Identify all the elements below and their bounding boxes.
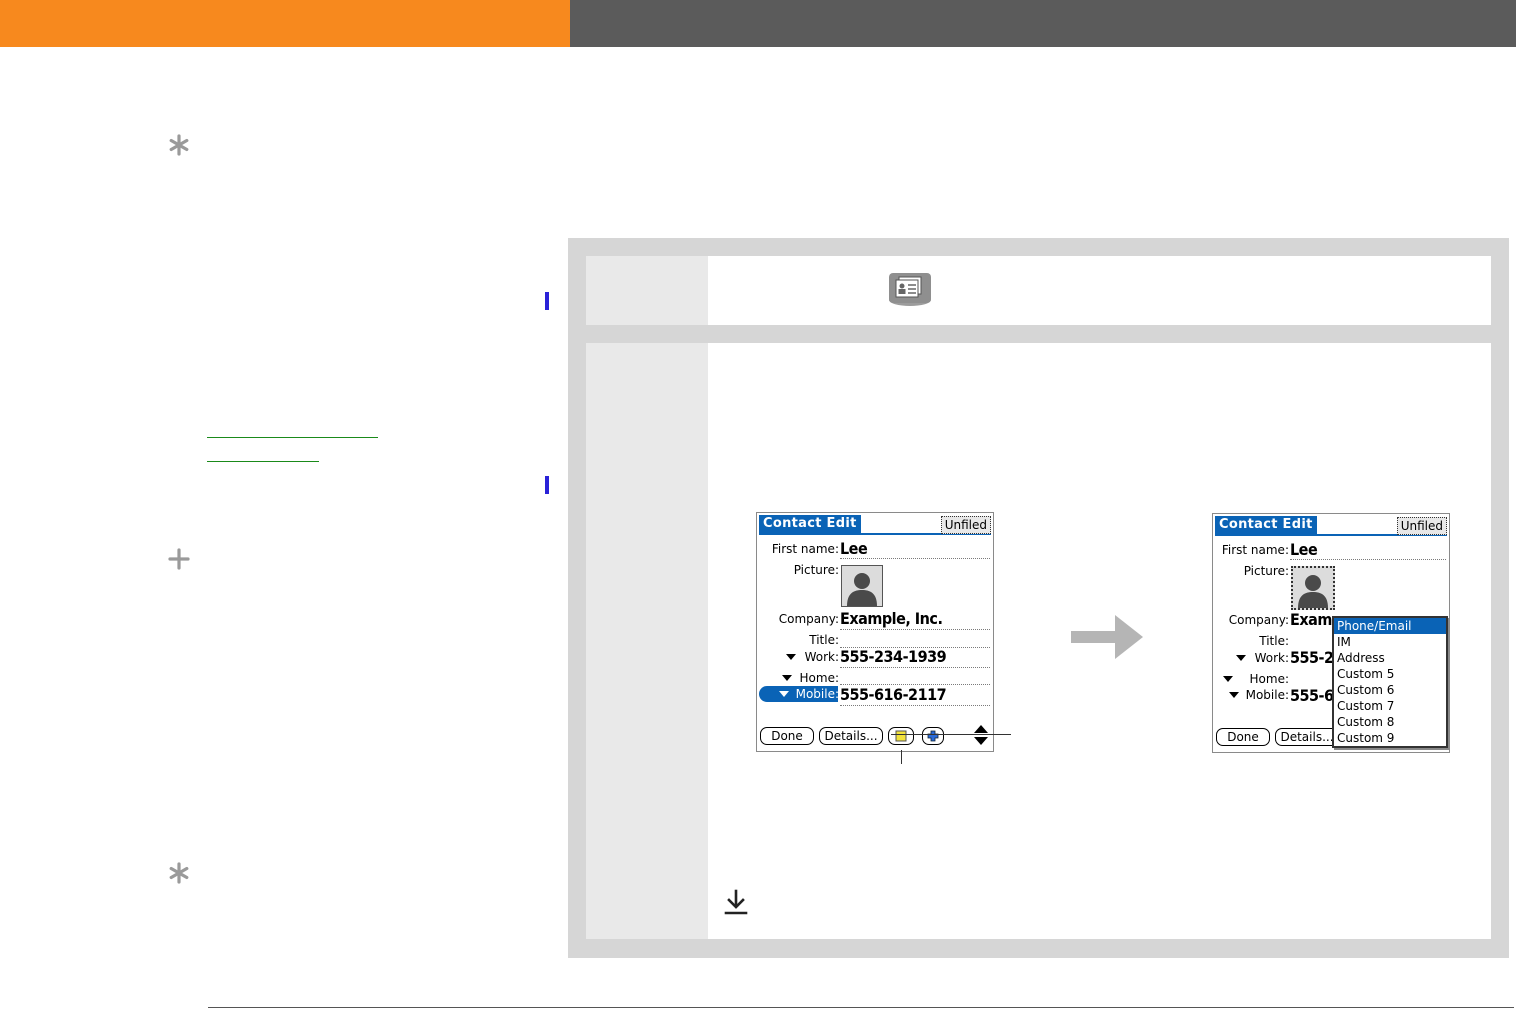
contacts-app-icon[interactable] [888, 273, 932, 307]
menu-item-custom-5[interactable]: Custom 5 [1334, 666, 1446, 682]
footer-rule [208, 1007, 1514, 1008]
change-bar-marker [545, 292, 549, 310]
field-underline [1290, 559, 1446, 560]
add-field-menu: Phone/Email IM Address Custom 5 Custom 6… [1332, 616, 1448, 748]
add-field-button[interactable] [922, 727, 944, 745]
callout-line [901, 750, 902, 764]
field-underline [840, 629, 990, 630]
plus-icon [927, 730, 939, 742]
continued-arrow-icon [724, 889, 748, 915]
right-arrow-icon [1071, 615, 1143, 659]
work-label[interactable]: Work: [1255, 650, 1289, 666]
company-label: Company: [1228, 613, 1289, 627]
steps-panel: Contact Edit Unfiled First name: Lee Pic… [568, 238, 1509, 958]
work-phone-field[interactable]: 555-2 [1290, 649, 1334, 667]
menu-item-phone-email[interactable]: Phone/Email [1334, 618, 1446, 634]
work-label[interactable]: Work: [805, 649, 839, 665]
menu-item-address[interactable]: Address [1334, 650, 1446, 666]
first-name-label: First name: [771, 542, 839, 556]
screen-title: Contact Edit [1215, 516, 1317, 534]
mobile-dropdown-arrow-icon[interactable] [1229, 692, 1239, 698]
step-number-cell [586, 256, 708, 325]
menu-item-custom-8[interactable]: Custom 8 [1334, 714, 1446, 730]
menu-item-custom-7[interactable]: Custom 7 [1334, 698, 1446, 714]
change-bar-marker [545, 476, 549, 494]
contact-edit-screen: Contact Edit Unfiled First name: Lee Pic… [756, 512, 994, 752]
first-name-label: First name: [1221, 543, 1289, 557]
contact-picture[interactable] [841, 565, 883, 607]
field-underline [840, 558, 990, 559]
home-dropdown-arrow-icon[interactable] [1223, 676, 1233, 682]
link-underline[interactable] [207, 461, 319, 462]
title-label: Title: [1259, 634, 1289, 648]
step-body-2: Contact Edit Unfiled First name: Lee Pic… [708, 343, 1491, 939]
home-label[interactable]: Home: [1250, 671, 1289, 687]
done-button[interactable]: Done [1216, 728, 1270, 746]
work-dropdown-arrow-icon[interactable] [1236, 655, 1246, 661]
home-dropdown-arrow-icon[interactable] [782, 675, 792, 681]
mobile-phone-field[interactable]: 555-616-2117 [840, 686, 947, 704]
callout-line [891, 734, 1011, 735]
contact-picture[interactable] [1291, 566, 1335, 610]
menu-item-im[interactable]: IM [1334, 634, 1446, 650]
details-button[interactable]: Details... [1275, 728, 1339, 746]
scroll-arrows-icon[interactable] [973, 724, 989, 746]
picture-label: Picture: [1243, 564, 1289, 578]
category-picker[interactable]: Unfiled [940, 516, 991, 534]
menu-item-custom-9[interactable]: Custom 9 [1334, 730, 1446, 746]
mobile-label[interactable]: Mobile: [796, 686, 839, 702]
company-label: Company: [778, 612, 839, 626]
step-row-2: Contact Edit Unfiled First name: Lee Pic… [586, 343, 1491, 939]
menu-item-custom-6[interactable]: Custom 6 [1334, 682, 1446, 698]
step-number-cell [586, 343, 708, 939]
field-underline [840, 667, 990, 668]
title-label: Title: [809, 633, 839, 647]
screen-title: Contact Edit [759, 515, 861, 533]
person-silhouette-icon [847, 573, 877, 606]
home-label[interactable]: Home: [800, 670, 839, 686]
tip-asterisk-icon [169, 134, 189, 156]
work-phone-field[interactable]: 555-234-1939 [840, 648, 947, 666]
tip-asterisk-icon [169, 862, 189, 884]
mobile-dropdown-arrow-icon[interactable] [779, 691, 789, 697]
first-name-field[interactable]: Lee [1290, 541, 1318, 559]
mobile-phone-field[interactable]: 555-6 [1290, 687, 1334, 705]
company-field[interactable]: Example, Inc. [840, 610, 943, 628]
first-name-field[interactable]: Lee [840, 540, 868, 558]
plus-icon [168, 548, 190, 570]
header-bar-gray [570, 0, 1516, 47]
picture-label: Picture: [793, 563, 839, 577]
person-silhouette-icon [1298, 575, 1328, 608]
header-bar-orange [0, 0, 570, 47]
details-button[interactable]: Details... [819, 727, 883, 745]
note-button[interactable] [888, 727, 914, 745]
mobile-label[interactable]: Mobile: [1246, 687, 1289, 703]
step-body-1 [708, 256, 1491, 325]
link-underline[interactable] [207, 437, 378, 438]
work-dropdown-arrow-icon[interactable] [786, 654, 796, 660]
contact-edit-screen-menu-open: Contact Edit Unfiled First name: Lee Pic… [1212, 513, 1450, 753]
step-row-1 [586, 256, 1491, 325]
field-underline [840, 705, 990, 706]
category-picker[interactable]: Unfiled [1396, 517, 1447, 535]
done-button[interactable]: Done [760, 727, 814, 745]
note-icon [895, 730, 907, 742]
